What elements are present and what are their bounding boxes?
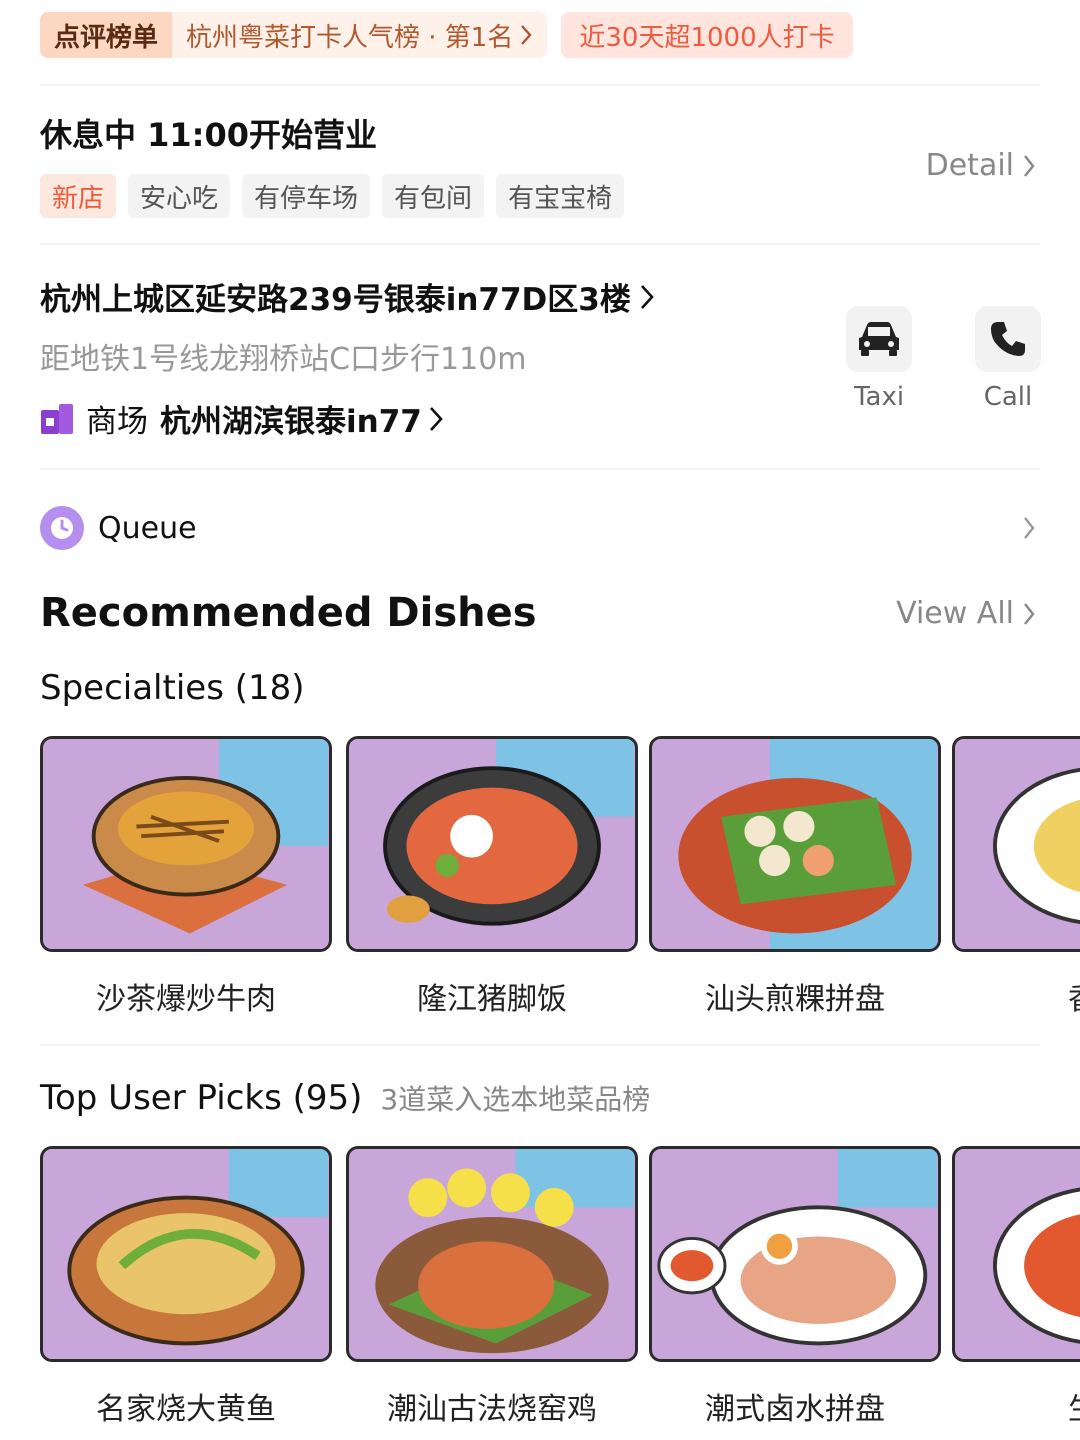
queue-label: Queue xyxy=(98,510,197,546)
dish-card[interactable]: 沙茶爆炒牛肉 xyxy=(40,736,332,1018)
recommended-title: Recommended Dishes xyxy=(40,590,537,636)
business-status: 休息中 11:00开始营业 xyxy=(40,116,378,154)
specialties-row: 沙茶爆炒牛肉 隆江猪脚饭 汕头煎粿拼盘 香煎 xyxy=(40,736,1080,1036)
mall-name-text: 杭州湖滨银泰in77 xyxy=(160,404,422,440)
ranking-text-label: 杭州粤菜打卡人气榜 · 第1名 xyxy=(186,22,514,53)
dish-image xyxy=(346,736,638,952)
car-icon xyxy=(859,322,899,356)
dish-card[interactable]: 隆江猪脚饭 xyxy=(346,736,638,1018)
mall-name: 杭州湖滨银泰in77 xyxy=(160,396,444,441)
dish-card[interactable]: 名家烧大黄鱼 xyxy=(40,1146,332,1428)
detail-link[interactable]: Detail xyxy=(926,148,1036,183)
divider xyxy=(40,468,1040,470)
view-all-link[interactable]: View All xyxy=(896,596,1036,631)
call-label: Call xyxy=(983,382,1033,412)
dish-card[interactable]: 汕头煎粿拼盘 xyxy=(649,736,941,1018)
dish-image xyxy=(952,736,1080,952)
call-button[interactable]: Call xyxy=(975,306,1041,412)
specialties-header: Specialties (18) xyxy=(40,668,305,708)
dish-image xyxy=(952,1146,1080,1362)
dish-name: 隆江猪脚饭 xyxy=(417,982,567,1017)
dish-name: 香煎 xyxy=(952,974,1080,1018)
mall-icon xyxy=(41,403,73,434)
taxi-label: Taxi xyxy=(853,382,905,412)
dish-image xyxy=(40,1146,332,1362)
top-picks-header: Top User Picks (95) 3道菜入选本地菜品榜 xyxy=(40,1078,650,1118)
ranking-badge: 点评榜单 xyxy=(40,12,173,58)
dish-name: 沙茶爆炒牛肉 xyxy=(96,982,276,1017)
dish-card[interactable]: 潮汕古法烧窑鸡 xyxy=(346,1146,638,1428)
dish-image xyxy=(649,736,941,952)
dish-image xyxy=(40,736,332,952)
dish-name: 汕头煎粿拼盘 xyxy=(705,982,885,1017)
dish-image xyxy=(649,1146,941,1362)
tag-parking: 有停车场 xyxy=(242,174,371,218)
checkin-chip: 近30天超1000人打卡 xyxy=(561,12,853,58)
mall-prefix: 商场 xyxy=(86,404,148,440)
divider xyxy=(40,1044,1040,1046)
ranking-chip[interactable]: 点评榜单 杭州粤菜打卡人气榜 · 第1名 xyxy=(40,12,548,58)
tag-private-room: 有包间 xyxy=(382,174,485,218)
call-button-bg xyxy=(975,306,1041,372)
address-link[interactable]: 杭州上城区延安路239号银泰in77D区3楼 xyxy=(40,274,655,319)
phone-icon xyxy=(991,322,1025,356)
dish-name: 名家烧大黄鱼 xyxy=(96,1392,276,1427)
dish-name: 生腌 xyxy=(952,1384,1080,1428)
tag-baby-chair: 有宝宝椅 xyxy=(496,174,625,218)
detail-label: Detail xyxy=(925,148,1014,183)
dish-card[interactable]: 香煎 xyxy=(952,736,1080,1018)
dish-image xyxy=(346,1146,638,1362)
chevron-right-icon xyxy=(640,284,654,309)
taxi-button-bg xyxy=(846,306,912,372)
feature-tags: 新店 安心吃 有停车场 有包间 有宝宝椅 xyxy=(40,174,625,218)
chevron-right-icon xyxy=(1024,154,1035,177)
divider xyxy=(40,243,1040,245)
dish-name: 潮式卤水拼盘 xyxy=(705,1392,885,1427)
chevron-right-icon xyxy=(521,25,532,45)
specialties-title: Specialties (18) xyxy=(40,668,305,708)
dish-card[interactable]: 潮式卤水拼盘 xyxy=(649,1146,941,1428)
chevron-right-icon xyxy=(1024,517,1035,539)
chevron-right-icon xyxy=(429,406,443,431)
ranking-text: 杭州粤菜打卡人气榜 · 第1名 xyxy=(172,12,548,58)
top-picks-note: 3道菜入选本地菜品榜 xyxy=(380,1083,651,1116)
taxi-button[interactable]: Taxi xyxy=(846,306,912,412)
top-picks-title: Top User Picks (95) xyxy=(40,1078,363,1118)
metro-distance: 距地铁1号线龙翔桥站C口步行110m xyxy=(40,342,527,377)
view-all-label: View All xyxy=(896,596,1014,631)
top-picks-row: 名家烧大黄鱼 潮汕古法烧窑鸡 潮式卤水拼盘 生腌 xyxy=(40,1146,1080,1440)
dish-card[interactable]: 生腌 xyxy=(952,1146,1080,1428)
ranking-bar: 点评榜单 杭州粤菜打卡人气榜 · 第1名 近30天超1000人打卡 xyxy=(40,12,853,58)
mall-link[interactable]: 商场 杭州湖滨银泰in77 xyxy=(40,396,444,441)
dish-name: 潮汕古法烧窑鸡 xyxy=(387,1392,597,1427)
tag-safe-eat: 安心吃 xyxy=(128,174,231,218)
address-text: 杭州上城区延安路239号银泰in77D区3楼 xyxy=(40,282,631,318)
divider xyxy=(40,84,1040,86)
queue-row[interactable]: Queue xyxy=(40,505,1036,551)
chevron-right-icon xyxy=(1024,602,1035,625)
tag-new-store: 新店 xyxy=(40,174,117,218)
clock-icon xyxy=(40,506,84,550)
